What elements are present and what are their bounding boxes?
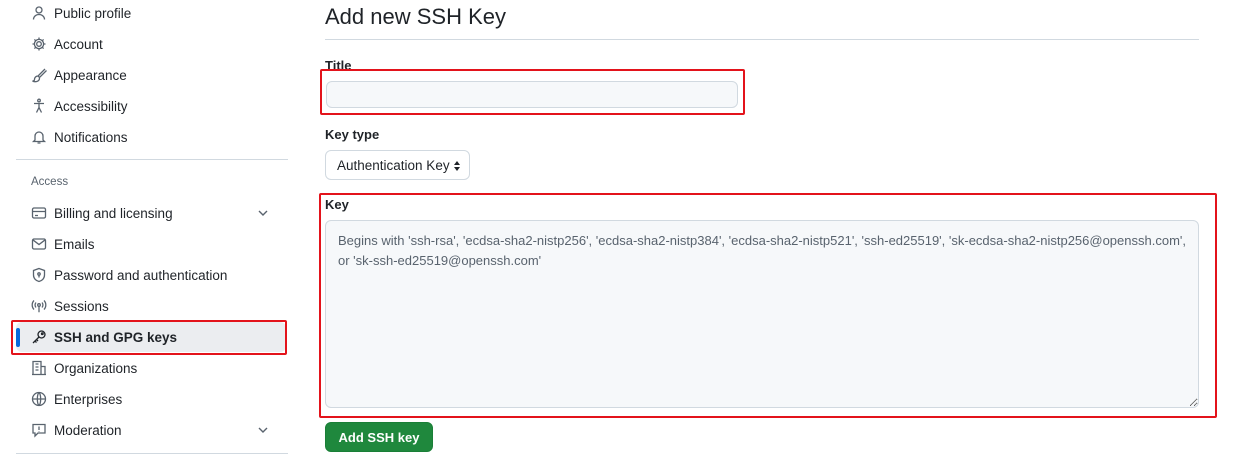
sidebar-item-sessions[interactable]: Sessions bbox=[16, 291, 286, 321]
person-icon bbox=[31, 5, 47, 21]
sidebar-item-label: Organizations bbox=[54, 360, 138, 376]
sidebar-divider bbox=[16, 453, 288, 454]
select-arrows-icon bbox=[452, 159, 462, 173]
sidebar-item-enterprises[interactable]: Enterprises bbox=[16, 384, 286, 414]
sidebar-item-billing[interactable]: Billing and licensing bbox=[16, 198, 286, 228]
mail-icon bbox=[31, 236, 47, 252]
sidebar-item-account[interactable]: Account bbox=[16, 29, 286, 59]
sidebar-item-label: Enterprises bbox=[54, 391, 123, 407]
page-title: Add new SSH Key bbox=[325, 4, 506, 29]
sidebar-divider bbox=[16, 159, 288, 160]
accessibility-icon bbox=[31, 98, 47, 114]
sidebar-item-notifications[interactable]: Notifications bbox=[16, 122, 286, 152]
credit-card-icon bbox=[31, 205, 47, 221]
key-icon bbox=[31, 329, 47, 345]
sidebar-item-label: Public profile bbox=[54, 5, 132, 21]
sidebar-item-label: Accessibility bbox=[54, 98, 128, 114]
title-input[interactable] bbox=[326, 81, 738, 108]
sidebar-item-label: Sessions bbox=[54, 298, 109, 314]
paintbrush-icon bbox=[31, 67, 47, 83]
sidebar-item-label: Appearance bbox=[54, 67, 127, 83]
sidebar-item-appearance[interactable]: Appearance bbox=[16, 60, 286, 90]
sidebar-item-password-authentication[interactable]: Password and authentication bbox=[16, 260, 286, 290]
sidebar-item-ssh-gpg-keys[interactable]: SSH and GPG keys bbox=[16, 322, 286, 352]
sidebar-item-label: Moderation bbox=[54, 422, 122, 438]
title-label: Title bbox=[325, 58, 352, 73]
shield-lock-icon bbox=[31, 267, 47, 283]
key-type-label: Key type bbox=[325, 127, 380, 142]
report-icon bbox=[31, 422, 47, 438]
bell-icon bbox=[31, 129, 47, 145]
key-type-selected-value: Authentication Key bbox=[337, 157, 450, 173]
sidebar-item-accessibility[interactable]: Accessibility bbox=[16, 91, 286, 121]
chevron-down-icon[interactable] bbox=[256, 423, 270, 437]
chevron-down-icon[interactable] bbox=[256, 206, 270, 220]
key-textarea[interactable] bbox=[325, 220, 1199, 408]
key-type-select[interactable]: Authentication Key bbox=[325, 150, 470, 180]
organization-icon bbox=[31, 360, 47, 376]
sidebar-item-moderation[interactable]: Moderation bbox=[16, 415, 286, 445]
sidebar-section-label: Access bbox=[31, 176, 69, 188]
sidebar-item-label: Password and authentication bbox=[54, 267, 228, 283]
sidebar-item-public-profile[interactable]: Public profile bbox=[16, 0, 286, 28]
globe-icon bbox=[31, 391, 47, 407]
add-ssh-key-button[interactable]: Add SSH key bbox=[325, 422, 433, 452]
sidebar-item-organizations[interactable]: Organizations bbox=[16, 353, 286, 383]
title-divider bbox=[325, 39, 1199, 40]
key-label: Key bbox=[325, 197, 349, 212]
sidebar-item-label: Notifications bbox=[54, 129, 128, 145]
gear-icon bbox=[31, 36, 47, 52]
broadcast-icon bbox=[31, 298, 47, 314]
sidebar-item-label: Account bbox=[54, 36, 103, 52]
sidebar-item-label: Emails bbox=[54, 236, 95, 252]
sidebar-item-emails[interactable]: Emails bbox=[16, 229, 286, 259]
sidebar-item-label: SSH and GPG keys bbox=[54, 329, 178, 345]
active-indicator bbox=[16, 328, 20, 347]
sidebar-item-label: Billing and licensing bbox=[54, 205, 173, 221]
